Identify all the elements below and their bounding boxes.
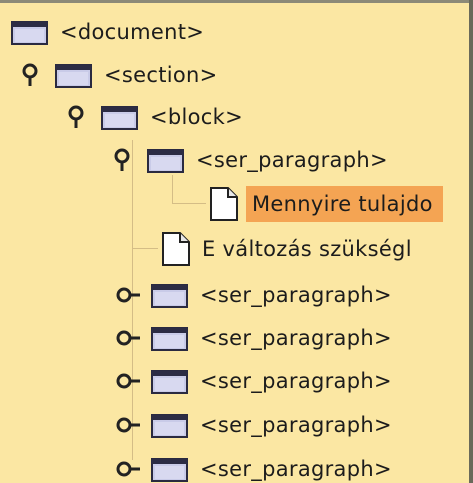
xml-tree-view[interactable]: <document> <section> <block> <ser_paragr… [0,0,473,483]
folder-icon [146,145,186,175]
folder-icon [150,280,190,310]
expanded-handle-icon[interactable] [18,61,46,89]
node-label: Mennyire tulajdo [246,186,443,222]
folder-icon [150,454,190,483]
node-label: <ser_paragraph> [200,326,392,350]
collapsed-handle-icon[interactable] [114,411,142,439]
node-label: <block> [150,105,244,129]
node-label: <ser_paragraph> [200,283,392,307]
tree-node-document[interactable]: <document> [10,12,208,52]
tree-node-ser-paragraph[interactable]: <ser_paragraph> [110,140,392,180]
collapsed-handle-icon[interactable] [114,281,142,309]
node-label: <ser_paragraph> [196,148,388,172]
collapsed-handle-icon[interactable] [114,324,142,352]
tree-node-ser-paragraph[interactable]: <ser_paragraph> [114,449,396,483]
top-border [0,0,469,3]
tree-node-block[interactable]: <block> [64,97,247,137]
collapsed-handle-icon[interactable] [114,455,142,483]
tree-node-text[interactable]: E változás szükségl [160,229,416,269]
node-label: <section> [104,63,218,87]
folder-icon [100,102,140,132]
folder-icon [54,60,94,90]
document-icon [160,231,192,267]
folder-icon [10,17,50,47]
tree-node-ser-paragraph[interactable]: <ser_paragraph> [114,318,396,358]
folder-icon [150,366,190,396]
node-label: <ser_paragraph> [200,457,392,481]
tree-node-ser-paragraph[interactable]: <ser_paragraph> [114,275,396,315]
tree-node-section[interactable]: <section> [18,55,222,95]
node-label: <document> [60,20,205,44]
tree-node-ser-paragraph[interactable]: <ser_paragraph> [114,405,396,445]
folder-icon [150,323,190,353]
node-label: <ser_paragraph> [200,413,392,437]
tree-line [132,248,158,249]
node-label: E változás szükségl [202,237,412,261]
expanded-handle-icon[interactable] [64,103,92,131]
tree-node-ser-paragraph[interactable]: <ser_paragraph> [114,361,396,401]
document-icon [208,186,240,222]
folder-icon [150,410,190,440]
node-label: <ser_paragraph> [200,369,392,393]
tree-line [172,203,206,204]
collapsed-handle-icon[interactable] [114,367,142,395]
tree-node-text-selected[interactable]: Mennyire tulajdo [208,184,443,224]
expanded-handle-icon[interactable] [110,146,138,174]
